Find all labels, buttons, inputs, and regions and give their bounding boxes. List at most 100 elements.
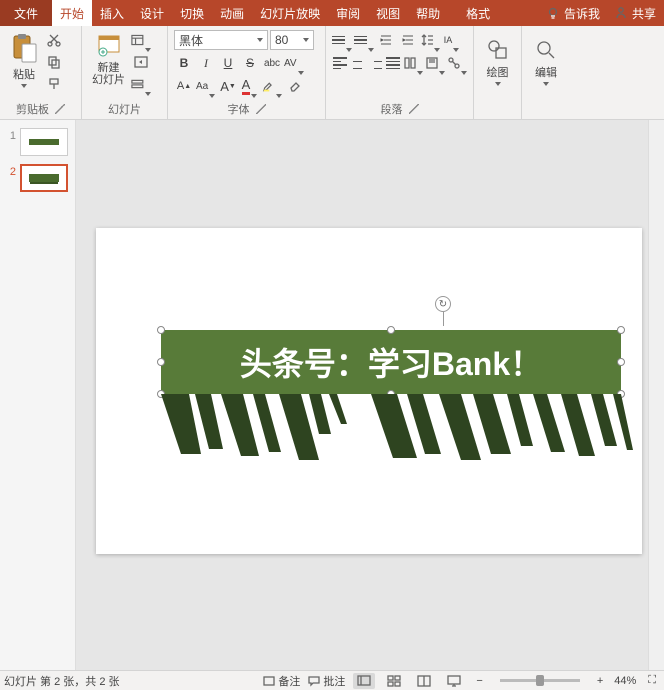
vertical-scrollbar[interactable]	[648, 120, 664, 670]
fit-to-window-button[interactable]: ⛶	[644, 674, 660, 687]
view-reading-button[interactable]	[413, 673, 435, 689]
handle-r[interactable]	[617, 358, 625, 366]
rotate-handle[interactable]: ↻	[435, 296, 451, 326]
tellme-label[interactable]: 告诉我	[564, 5, 600, 22]
slide[interactable]: ↻ 头条号：学习Bank！	[96, 228, 642, 554]
group-drawing: 绘图	[474, 26, 522, 119]
columns-button[interactable]	[403, 53, 423, 73]
tab-home[interactable]: 开始	[52, 0, 92, 26]
italic-button[interactable]: I	[196, 53, 216, 73]
font-shrink-button[interactable]: A▼	[218, 76, 238, 96]
tab-animation[interactable]: 动画	[212, 0, 252, 26]
tab-transition[interactable]: 切换	[172, 0, 212, 26]
highlight-icon	[262, 79, 275, 93]
font-name-select[interactable]: 黑体	[174, 30, 268, 50]
slide-reset-button[interactable]	[131, 52, 151, 72]
numbering-button[interactable]	[354, 30, 374, 50]
format-painter-icon	[47, 77, 61, 91]
handle-l[interactable]	[157, 358, 165, 366]
slide-canvas[interactable]: ↻ 头条号：学习Bank！	[76, 120, 664, 670]
font-color-button[interactable]: A	[240, 76, 260, 96]
handle-b[interactable]	[387, 390, 395, 398]
align-left-button[interactable]	[332, 53, 348, 73]
bold-button[interactable]: B	[174, 53, 194, 73]
zoom-slider[interactable]	[500, 679, 580, 682]
font-grow-button[interactable]: A▲	[174, 76, 194, 96]
paragraph-dialog-launcher[interactable]	[409, 104, 419, 114]
handle-br[interactable]	[617, 390, 625, 398]
new-slide-label: 新建 幻灯片	[92, 62, 125, 86]
group-paragraph: ⅠA 段落	[326, 26, 474, 119]
indent-dec-icon	[379, 33, 393, 47]
underline-button[interactable]: U	[218, 53, 238, 73]
text-direction-button[interactable]: ⅠA	[442, 30, 462, 50]
handle-tl[interactable]	[157, 326, 165, 334]
align-text-button[interactable]	[425, 53, 445, 73]
share-label[interactable]: 共享	[632, 5, 656, 22]
paste-label: 粘贴	[13, 66, 35, 82]
editing-button[interactable]: 编辑	[528, 30, 564, 94]
font-dialog-launcher[interactable]	[256, 104, 266, 114]
indent-dec-button[interactable]	[376, 30, 396, 50]
view-sorter-button[interactable]	[383, 673, 405, 689]
align-right-button[interactable]	[368, 53, 384, 73]
align-justify-button[interactable]	[385, 53, 401, 73]
view-slideshow-button[interactable]	[443, 673, 465, 689]
clear-format-button[interactable]	[284, 76, 304, 96]
comments-button[interactable]: 批注	[308, 673, 345, 689]
share-icon	[614, 6, 628, 20]
zoom-value[interactable]: 44%	[614, 675, 636, 687]
zoom-in-button[interactable]: +	[594, 675, 606, 687]
handle-t[interactable]	[387, 326, 395, 334]
slide-layout-button[interactable]	[131, 30, 151, 50]
status-bar: 幻灯片 第 2 张，共 2 张 备注 批注 − + 44% ⛶	[0, 670, 664, 690]
thumb-2[interactable]: 2	[4, 164, 71, 192]
smartart-button[interactable]	[447, 53, 467, 73]
tab-insert[interactable]: 插入	[92, 0, 132, 26]
bullets-button[interactable]	[332, 30, 352, 50]
tab-format[interactable]: 格式	[458, 0, 498, 26]
tab-slideshow[interactable]: 幻灯片放映	[252, 0, 328, 26]
cut-button[interactable]	[44, 30, 64, 50]
tab-review[interactable]: 审阅	[328, 0, 368, 26]
drawing-label: 绘图	[487, 64, 509, 80]
drawing-button[interactable]: 绘图	[480, 30, 515, 94]
new-slide-button[interactable]: 新建 幻灯片	[88, 30, 129, 88]
tab-help[interactable]: 帮助	[408, 0, 448, 26]
slide-section-button[interactable]	[131, 74, 151, 94]
tab-design[interactable]: 设计	[132, 0, 172, 26]
cut-icon	[47, 33, 61, 47]
tab-file[interactable]: 文件	[0, 0, 52, 26]
thumb-1[interactable]: 1	[4, 128, 71, 156]
text-shadow-button[interactable]: abc	[262, 53, 282, 73]
char-spacing-button[interactable]: AV	[284, 53, 304, 73]
view-sorter-icon	[387, 675, 401, 687]
paragraph-label: 段落	[381, 101, 403, 117]
handle-tr[interactable]	[617, 326, 625, 334]
zoom-slider-knob[interactable]	[536, 675, 544, 686]
text-content: 头条号：学习Bank！	[161, 330, 621, 394]
text-3d-shadow	[161, 394, 633, 464]
strike-button[interactable]: S	[240, 53, 260, 73]
highlight-button[interactable]	[262, 76, 282, 96]
slides-label: 幻灯片	[108, 101, 141, 117]
handle-bl[interactable]	[157, 390, 165, 398]
thumb-1-number: 1	[4, 128, 16, 142]
align-center-button[interactable]	[350, 53, 366, 73]
indent-inc-button[interactable]	[398, 30, 418, 50]
zoom-out-button[interactable]: −	[473, 675, 485, 687]
tab-bar: 文件 开始 插入 设计 切换 动画 幻灯片放映 审阅 视图 帮助 格式 告诉我 …	[0, 0, 664, 26]
font-size-select[interactable]: 80	[270, 30, 314, 50]
layout-icon	[131, 33, 144, 47]
clipboard-dialog-launcher[interactable]	[55, 104, 65, 114]
line-spacing-button[interactable]	[420, 30, 440, 50]
paste-button[interactable]: 粘贴	[6, 30, 42, 90]
group-clipboard: 粘贴 剪贴板	[0, 26, 82, 119]
change-case-button[interactable]: Aa	[196, 76, 216, 96]
view-normal-button[interactable]	[353, 673, 375, 689]
notes-button[interactable]: 备注	[263, 673, 300, 689]
format-painter-button[interactable]	[44, 74, 64, 94]
tab-view[interactable]: 视图	[368, 0, 408, 26]
text-box[interactable]: ↻ 头条号：学习Bank！	[161, 330, 621, 394]
copy-button[interactable]	[44, 52, 64, 72]
